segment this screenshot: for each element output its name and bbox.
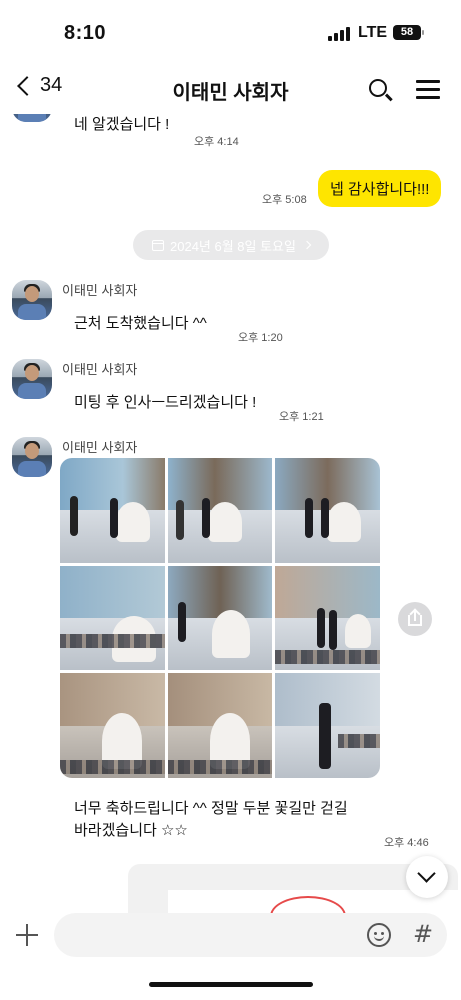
message-time: 오후 5:08: [262, 194, 307, 206]
message-text: 네 알겠습니다 !: [74, 116, 170, 133]
message-text: 미팅 후 인사ㅡ드리겠습니다 !: [74, 394, 257, 411]
chevron-down-icon: [417, 864, 436, 883]
chat-title: 이태민 사회자: [172, 82, 289, 104]
search-icon[interactable]: [369, 79, 387, 97]
chat-area[interactable]: 네 알겠습니다 ! 오후 4:14 오후 5:08 넵 감사합니다!!! 202…: [0, 114, 461, 914]
avatar[interactable]: [12, 437, 52, 477]
sender-name: 이태민 사회자: [62, 362, 138, 377]
plus-icon[interactable]: [16, 924, 38, 946]
status-time: 8:10: [64, 22, 107, 44]
message-bubble[interactable]: 근처 도착했습니다 ^^: [60, 306, 221, 342]
avatar[interactable]: [12, 114, 52, 122]
message-bubble-outgoing[interactable]: 넵 감사합니다!!!: [318, 170, 442, 207]
hamburger-menu-icon[interactable]: [416, 80, 440, 99]
message-text: 너무 축하드립니다 ^^ 정말 두분 꽃길만 걷길 바라겠습니다 ☆☆: [74, 800, 348, 839]
status-bar: 8:10 LTE 58: [0, 0, 461, 62]
photo-thumbnail[interactable]: [167, 673, 273, 778]
chevron-right-icon: [302, 240, 312, 250]
chat-header: 34 이태민 사회자: [0, 62, 461, 114]
photo-thumbnail[interactable]: [275, 673, 380, 778]
message-bubble[interactable]: 미팅 후 인사ㅡ드리겠습니다 !: [60, 385, 271, 421]
photo-thumbnail[interactable]: [275, 458, 380, 563]
photo-thumbnail[interactable]: [167, 565, 273, 671]
date-divider[interactable]: 2024년 6월 8일 토요일: [133, 230, 329, 260]
message-input-bar: #: [0, 910, 461, 960]
hashtag-icon[interactable]: #: [413, 920, 433, 948]
photo-grid[interactable]: [60, 458, 380, 778]
photo-thumbnail[interactable]: [60, 565, 165, 671]
message-time: 오후 1:20: [238, 332, 283, 344]
avatar[interactable]: [12, 359, 52, 399]
photo-thumbnail[interactable]: [60, 458, 165, 563]
date-text: 2024년 6월 8일 토요일: [170, 238, 296, 254]
message-time: 오후 4:46: [384, 837, 429, 849]
battery-tip: [422, 30, 424, 35]
photo-thumbnail[interactable]: [60, 673, 165, 778]
share-button[interactable]: [398, 602, 432, 636]
message-text: 넵 감사합니다!!!: [330, 181, 430, 198]
message-time: 오후 1:21: [279, 411, 324, 423]
message-bubble[interactable]: 너무 축하드립니다 ^^ 정말 두분 꽃길만 걷길 바라겠습니다 ☆☆: [60, 792, 378, 850]
battery-icon: 58: [393, 25, 421, 40]
photo-thumbnail[interactable]: [167, 458, 273, 563]
message-text: 근처 도착했습니다 ^^: [74, 315, 207, 332]
avatar[interactable]: [12, 280, 52, 320]
signal-icon: [328, 27, 350, 41]
home-indicator[interactable]: [149, 982, 313, 987]
calendar-icon: [152, 239, 164, 251]
sender-name: 이태민 사회자: [62, 440, 138, 455]
message-bubble[interactable]: 네 알겠습니다 !: [60, 114, 184, 144]
network-label: LTE: [358, 24, 388, 41]
message-time: 오후 4:14: [194, 136, 239, 148]
scroll-to-bottom-button[interactable]: [406, 856, 448, 898]
photo-thumbnail[interactable]: [275, 565, 380, 671]
sender-name: 이태민 사회자: [62, 283, 138, 298]
emoji-icon[interactable]: [367, 923, 391, 947]
